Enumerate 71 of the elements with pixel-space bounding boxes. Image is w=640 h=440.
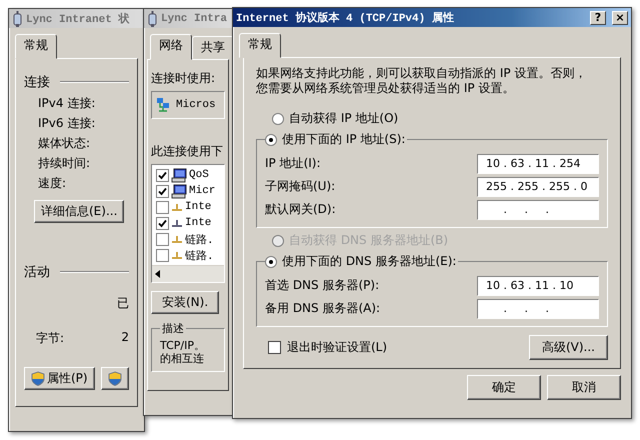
- window-title: Lync Intranet 状: [26, 12, 130, 26]
- radio-option[interactable]: 使用下面的 IP 地址(S):: [265, 131, 406, 148]
- computer-icon: [171, 168, 187, 182]
- field-label: 备用 DNS 服务器(A):: [265, 300, 382, 317]
- group-label: 描述: [161, 322, 185, 335]
- checkbox[interactable]: [156, 248, 169, 262]
- checkbox[interactable]: [156, 216, 169, 230]
- field-label: 默认网关(D):: [265, 201, 337, 218]
- field-label: IPv4 连接:: [38, 95, 96, 112]
- ip-address-field[interactable]: 255 . 255 . 255 . 0: [477, 176, 599, 196]
- shield-icon: [31, 371, 45, 386]
- window-title: Internet 协议版本 4 (TCP/IPv4) 属性: [236, 10, 455, 25]
- tab[interactable]: 常规: [15, 34, 57, 59]
- field-label: 媒体状态:: [38, 135, 92, 152]
- field-label: 首选 DNS 服务器(P):: [265, 277, 380, 294]
- ip-address-field[interactable]: . . .: [477, 200, 599, 220]
- details-button[interactable]: 详细信息(E)...: [34, 200, 124, 223]
- adapter-name: Micros: [176, 99, 216, 111]
- field-label: 速度:: [38, 175, 68, 192]
- description-text: TCP/IP。: [160, 339, 206, 352]
- close-button[interactable]: ×: [612, 10, 628, 24]
- ip-address-field[interactable]: 10 . 63 . 11 . 10: [477, 276, 599, 296]
- section-heading: 连接: [24, 74, 50, 91]
- network-icon: [171, 235, 183, 243]
- field-label: IPv6 连接:: [38, 115, 96, 132]
- component-name[interactable]: 链路.: [185, 248, 214, 262]
- computer-icon: [171, 184, 187, 198]
- connection-icon: [12, 10, 22, 26]
- properties-button[interactable]: 属性(P): [24, 367, 95, 390]
- field-label: 此连接使用下: [151, 143, 223, 160]
- ip-address-field[interactable]: . . .: [477, 298, 599, 318]
- tab[interactable]: 网络: [150, 34, 192, 60]
- column-heading: 已: [117, 295, 129, 312]
- connection-icon: [147, 10, 157, 26]
- component-name[interactable]: Inte: [185, 217, 212, 229]
- network-icon: [171, 251, 183, 259]
- field-label: 字节:: [36, 330, 64, 347]
- network-icon: [171, 203, 183, 211]
- field-label: IP 地址(I):: [265, 155, 322, 172]
- description-text: 的相互连: [160, 352, 205, 365]
- checkbox[interactable]: [156, 200, 169, 214]
- cancel-button[interactable]: 取消: [547, 375, 621, 400]
- checkbox[interactable]: [156, 168, 169, 182]
- section-heading: 活动: [24, 264, 50, 281]
- radio-option[interactable]: 自动获得 IP 地址(O): [256, 110, 398, 127]
- tab[interactable]: 常规: [239, 33, 281, 58]
- checkbox[interactable]: [156, 232, 169, 246]
- field-label: 子网掩码(U):: [265, 178, 336, 195]
- ok-button[interactable]: 确定: [467, 375, 541, 400]
- component-name[interactable]: Inte: [185, 201, 212, 213]
- field-label: 持续时间:: [38, 155, 92, 172]
- install-button[interactable]: 安装(N).: [151, 291, 220, 314]
- intro-text: 如果网络支持此功能，则可以获取自动指派的 IP 设置。否则，您需要从网络系统管理员处获得适当的 IP 设置。: [256, 66, 588, 96]
- ip-address-field[interactable]: 10 . 63 . 11 . 254: [477, 154, 599, 174]
- help-button[interactable]: ?: [590, 10, 606, 24]
- byte-count: 2: [121, 330, 129, 346]
- check-mark-icon: [158, 218, 167, 228]
- field-label: 连接时使用:: [151, 70, 216, 87]
- component-name[interactable]: 链路.: [185, 232, 214, 246]
- advanced-button[interactable]: 高级(V)...: [528, 335, 608, 360]
- properties-button[interactable]: [100, 367, 129, 390]
- validate-checkbox[interactable]: 退出时验证设置(L): [256, 339, 388, 356]
- network-adapter-icon: [156, 97, 170, 113]
- horizontal-scrollbar[interactable]: [152, 265, 224, 282]
- checkbox[interactable]: [156, 184, 169, 198]
- component-name[interactable]: QoS: [189, 169, 209, 181]
- shield-icon: [108, 371, 122, 386]
- network-icon: [171, 219, 183, 227]
- component-name[interactable]: Micr: [189, 185, 216, 197]
- window-title: Lync Intra: [161, 12, 228, 24]
- radio-option[interactable]: 使用下面的 DNS 服务器地址(E):: [265, 253, 456, 270]
